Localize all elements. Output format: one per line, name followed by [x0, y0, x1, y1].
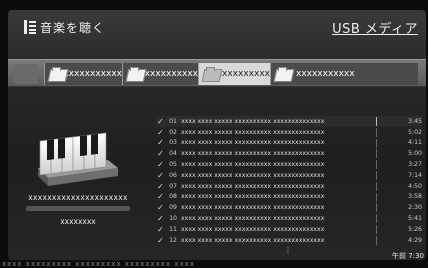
track-duration: 5:26: [408, 225, 422, 233]
column-divider: [376, 203, 377, 213]
column-divider: [376, 235, 377, 245]
music-player-screen: 音楽を聴く USB メディア xxxxxxxxxxx xxxxxxxxxxx x…: [8, 10, 426, 260]
checkmark-icon[interactable]: ✓: [156, 138, 165, 147]
track-name: xxxx xxxx xxxxx xxxxxxxxxx xxxxxxxxxxxxx…: [181, 139, 325, 147]
column-divider: [376, 138, 377, 148]
track-duration: 4:50: [408, 182, 422, 190]
track-number: 02: [169, 128, 177, 136]
folder-tab-label: xxxxxxxxxx: [216, 69, 270, 79]
track-duration: 4:11: [408, 139, 422, 147]
track-number: 03: [169, 139, 177, 147]
header-bar: 音楽を聴く USB メディア: [8, 10, 426, 50]
table-row[interactable]: ✓ 03 xxxx xxxx xxxxx xxxxxxxxxx xxxxxxxx…: [156, 138, 422, 149]
clock: 午前 7:30: [392, 252, 424, 260]
table-row[interactable]: ✓ 07 xxxx xxxx xxxxx xxxxxxxxxx xxxxxxxx…: [156, 181, 422, 192]
table-row[interactable]: ✓ 05 xxxx xxxx xxxxx xxxxxxxxxx xxxxxxxx…: [156, 159, 422, 170]
table-row[interactable]: ✓ 02 xxxx xxxx xxxxx xxxxxxxxxx xxxxxxxx…: [156, 127, 422, 138]
folder-tab-4[interactable]: xxxxxxxxxxx: [270, 63, 418, 85]
track-number: 07: [169, 182, 177, 190]
piano-keyboard-icon: [32, 122, 124, 196]
track-duration: 2:30: [408, 204, 422, 212]
folder-bar-left-cap: [14, 64, 38, 84]
column-divider: [376, 117, 377, 126]
track-name: xxxx xxxx xxxxx xxxxxxxxxx xxxxxxxxxxxxx…: [181, 225, 325, 233]
column-divider: [376, 181, 377, 191]
more-items-indicator[interactable]: ⋮: [284, 247, 292, 255]
table-row[interactable]: ✓ 08 xxxx xxxx xxxxx xxxxxxxxxx xxxxxxxx…: [156, 192, 422, 203]
track-list: ✓ 01 xxxx xxxx xxxxx xxxxxxxxxx xxxxxxxx…: [156, 116, 422, 246]
track-name: xxxx xxxx xxxxx xxxxxxxxxx xxxxxxxxxxxxx…: [181, 182, 325, 190]
folder-tab-2[interactable]: xxxxxxxxxxx: [122, 63, 198, 85]
track-number: 05: [169, 161, 177, 169]
column-divider: [376, 149, 377, 159]
track-name: xxxx xxxx xxxxx xxxxxxxxxx xxxxxxxxxxxxx…: [181, 161, 325, 169]
page-title: 音楽を聴く: [40, 21, 106, 35]
column-divider: [376, 160, 377, 170]
checkmark-icon[interactable]: ✓: [156, 149, 165, 158]
checkmark-icon[interactable]: ✓: [156, 182, 165, 191]
table-row[interactable]: ✓ 01 xxxx xxxx xxxxx xxxxxxxxxx xxxxxxxx…: [156, 116, 422, 127]
track-duration: 3:45: [408, 117, 422, 125]
track-duration: 3:58: [408, 193, 422, 201]
track-number: 08: [169, 193, 177, 201]
track-number: 01: [169, 117, 177, 125]
folder-tab-1[interactable]: xxxxxxxxxxx: [44, 63, 122, 85]
checkmark-icon[interactable]: ✓: [156, 214, 165, 223]
checkmark-icon[interactable]: ✓: [156, 117, 165, 126]
track-name: xxxx xxxx xxxxx xxxxxxxxxx xxxxxxxxxxxxx…: [181, 150, 325, 158]
track-name: xxxx xxxx xxxxx xxxxxxxxxx xxxxxxxxxxxxx…: [181, 215, 325, 223]
table-row[interactable]: ✓ 10 xxxx xxxx xxxxx xxxxxxxxxx xxxxxxxx…: [156, 213, 422, 224]
track-name: xxxx xxxx xxxxx xxxxxxxxxx xxxxxxxxxxxxx…: [181, 236, 325, 244]
track-number: 06: [169, 171, 177, 179]
album-title: xxxxxxxxxxxxxxxxxxxxx: [28, 193, 128, 202]
track-number: 04: [169, 150, 177, 158]
table-row[interactable]: ✓ 04 xxxx xxxx xxxxx xxxxxxxxxx xxxxxxxx…: [156, 148, 422, 159]
folder-bar: xxxxxxxxxxx xxxxxxxxxxx xxxxxxxxxx xxxxx…: [8, 59, 426, 87]
track-name: xxxx xxxx xxxxx xxxxxxxxxx xxxxxxxxxxxxx…: [181, 117, 325, 125]
folder-tab-label: xxxxxxxxxxx: [296, 69, 355, 79]
track-name: xxxx xxxx xxxxx xxxxxxxxxx xxxxxxxxxxxxx…: [181, 204, 325, 212]
track-number: 09: [169, 204, 177, 212]
checkmark-icon[interactable]: ✓: [156, 128, 165, 137]
album-artist: xxxxxxxx: [60, 217, 96, 226]
column-divider: [376, 170, 377, 180]
table-row[interactable]: ✓ 12 xxxx xxxx xxxxx xxxxxxxxxx xxxxxxxx…: [156, 235, 422, 246]
column-divider: [376, 214, 377, 224]
track-duration: 3:27: [408, 161, 422, 169]
track-duration: 5:00: [408, 150, 422, 158]
track-number: 10: [169, 215, 177, 223]
column-divider: [376, 224, 377, 234]
folder-tab-label: xxxxxxxxxxx: [63, 69, 122, 79]
table-row[interactable]: ✓ 06 xxxx xxxx xxxxx xxxxxxxxxx xxxxxxxx…: [156, 170, 422, 181]
track-name: xxxx xxxx xxxxx xxxxxxxxxx xxxxxxxxxxxxx…: [181, 171, 325, 179]
folder-icon: [127, 67, 140, 81]
bottom-strip-text: xxxx xxxxxxxxx xxxxxxxxx xxxxxxxxx xxxx: [2, 261, 195, 268]
column-divider: [376, 127, 377, 137]
track-duration: 4:29: [408, 236, 422, 244]
table-row[interactable]: ✓ 11 xxxx xxxx xxxxx xxxxxxxxxx xxxxxxxx…: [156, 224, 422, 235]
folder-tab-3[interactable]: xxxxxxxxxx: [198, 63, 270, 85]
checkmark-icon[interactable]: ✓: [156, 192, 165, 201]
track-duration: 7:14: [408, 171, 422, 179]
track-name: xxxx xxxx xxxxx xxxxxxxxxx xxxxxxxxxxxxx…: [181, 128, 325, 136]
open-folder-icon: [203, 67, 215, 81]
track-number: 12: [169, 236, 177, 244]
checkmark-icon[interactable]: ✓: [156, 203, 165, 212]
track-duration: 5:41: [408, 215, 422, 223]
checkmark-icon[interactable]: ✓: [156, 171, 165, 180]
table-row[interactable]: ✓ 09 xxxx xxxx xxxxx xxxxxxxxxx xxxxxxxx…: [156, 202, 422, 213]
track-number: 11: [169, 225, 177, 233]
music-list-icon: [24, 20, 36, 34]
checkmark-icon[interactable]: ✓: [156, 225, 165, 234]
checkmark-icon[interactable]: ✓: [156, 236, 165, 245]
track-name: xxxx xxxx xxxxx xxxxxxxxxx xxxxxxxxxxxxx…: [181, 193, 325, 201]
track-duration: 5:02: [408, 128, 422, 136]
folder-icon: [275, 67, 292, 81]
checkmark-icon[interactable]: ✓: [156, 160, 165, 169]
folder-tab-label: xxxxxxxxxxx: [139, 69, 198, 79]
source-selector[interactable]: USB メディア: [332, 18, 418, 37]
column-divider: [376, 192, 377, 202]
folder-icon: [49, 67, 62, 81]
album-progress-bar: [26, 206, 130, 211]
